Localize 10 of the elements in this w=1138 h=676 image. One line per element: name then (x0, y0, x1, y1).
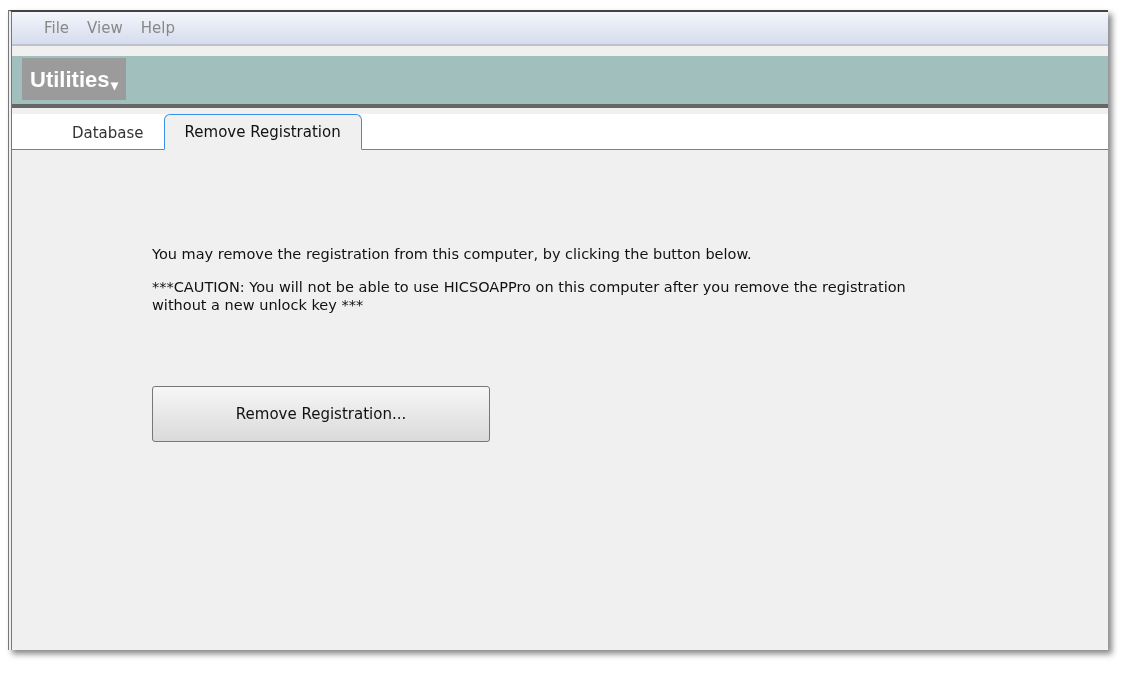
caution-text: ***CAUTION: You will not be able to use HICSOAPPro on this computer after you remove the registration without a new unlock key *** (152, 279, 907, 315)
module-menu-button[interactable]: Utilities▾ (22, 58, 127, 100)
tab[interactable]: Database (52, 115, 164, 150)
caret-icon: ▾ (111, 75, 119, 96)
tab[interactable]: Remove Registration (163, 113, 362, 150)
menu-item[interactable]: View (81, 16, 129, 40)
menu-item[interactable]: Help (134, 16, 181, 40)
instruction-text: You may remove the registration from this computer, by clicking the button below. (152, 246, 753, 264)
remove-registration-button[interactable]: Remove Registration... (152, 386, 490, 443)
menu-item[interactable]: File (38, 16, 76, 40)
